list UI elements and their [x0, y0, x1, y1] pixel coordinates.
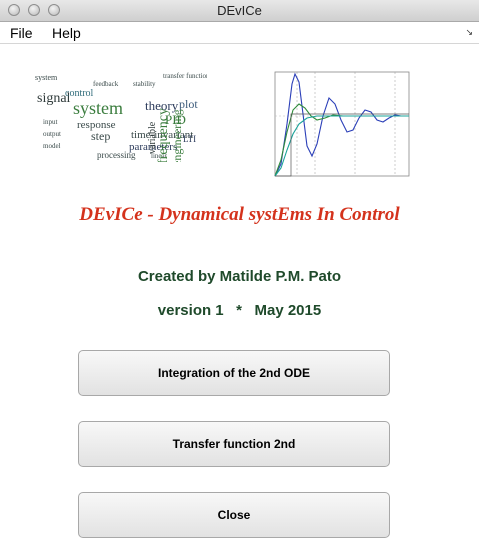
svg-text:frequency: frequency — [156, 108, 171, 162]
transfer-function-2nd-button[interactable]: Transfer function 2nd — [78, 421, 390, 467]
word-cloud-image: system signal system control response st… — [33, 66, 207, 162]
svg-text:feedback: feedback — [93, 80, 119, 88]
svg-text:system: system — [35, 73, 58, 82]
title-bar: DEvICe — [0, 0, 479, 22]
menu-bar: File Help ↘ — [0, 22, 479, 44]
app-heading: DEvICe - Dynamical systEms In Control — [79, 204, 400, 225]
svg-text:variable: variable — [147, 121, 158, 154]
close-button[interactable]: Close — [78, 492, 390, 538]
main-content: system signal system control response st… — [0, 44, 479, 556]
svg-text:system: system — [73, 98, 123, 118]
resize-corner-icon[interactable]: ↘ — [465, 27, 473, 38]
svg-text:engineering: engineering — [170, 109, 184, 162]
svg-text:control: control — [65, 88, 94, 99]
menu-file[interactable]: File — [10, 25, 33, 41]
svg-text:plot: plot — [179, 97, 198, 111]
svg-text:output: output — [43, 130, 61, 138]
window-title: DEvICe — [217, 3, 262, 18]
author-credit: Created by Matilde P.M. Pato — [137, 268, 342, 285]
integration-2nd-ode-button[interactable]: Integration of the 2nd ODE — [78, 350, 390, 396]
svg-text:transfer function: transfer function — [163, 72, 207, 80]
menu-help[interactable]: Help — [52, 25, 81, 41]
svg-text:model: model — [43, 142, 61, 150]
svg-text:step: step — [91, 129, 110, 143]
svg-text:stability: stability — [133, 80, 156, 88]
step-response-plot-image — [267, 64, 413, 184]
svg-text:input: input — [43, 118, 57, 126]
svg-text:LTI: LTI — [183, 134, 196, 144]
svg-text:processing: processing — [97, 150, 136, 160]
app-window: DEvICe File Help ↘ system signal system … — [0, 0, 479, 556]
version-info: version 1 * May 2015 — [157, 302, 322, 319]
